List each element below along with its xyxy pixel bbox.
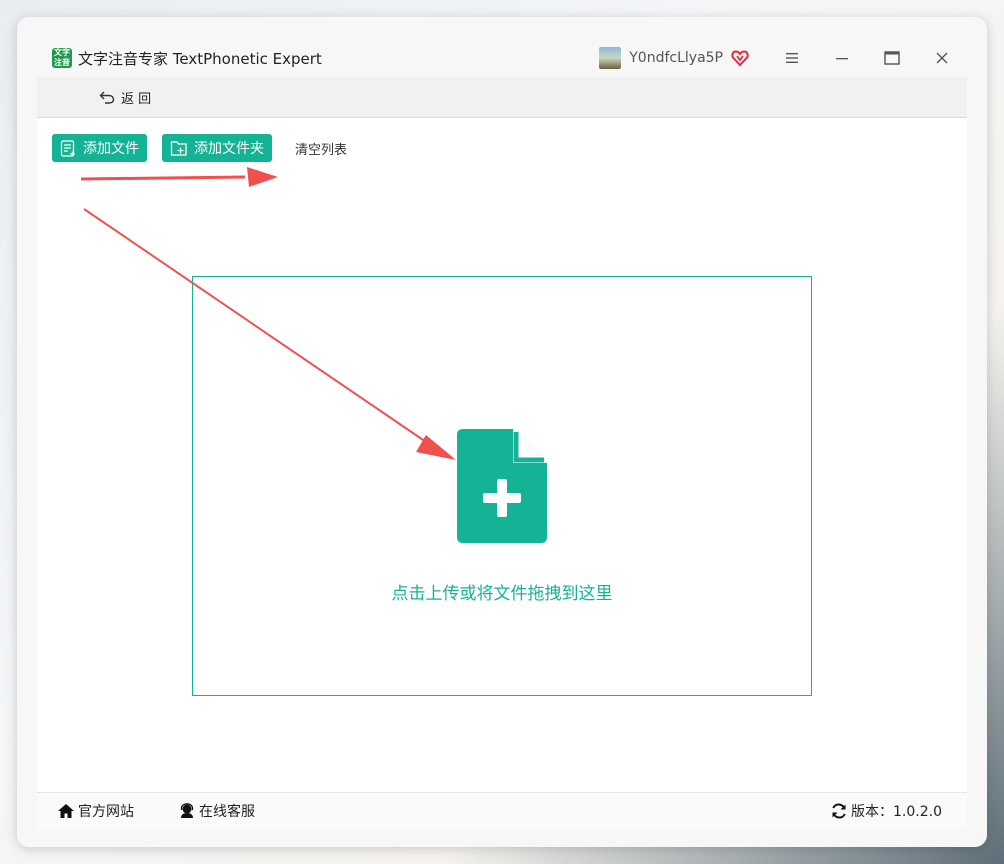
- add-file-button[interactable]: 添加文件: [52, 134, 147, 162]
- add-folder-button[interactable]: 添加文件夹: [162, 134, 272, 162]
- status-bar: 官方网站 在线客服 版本：1.0.2.0: [37, 792, 967, 829]
- user-avatar[interactable]: [599, 47, 622, 69]
- app-title: 文字注音专家 TextPhonetic Expert: [78, 49, 322, 68]
- app-window: 文字 注音 文字注音专家 TextPhonetic Expert Y0ndfcL…: [17, 17, 987, 847]
- menu-button[interactable]: [767, 39, 817, 77]
- minimize-icon: [836, 58, 848, 60]
- file-drop-zone[interactable]: 点击上传或将文件拖拽到这里: [192, 276, 812, 696]
- close-button[interactable]: [917, 39, 967, 77]
- maximize-icon: [884, 51, 900, 65]
- official-website-link[interactable]: 官方网站: [57, 801, 134, 821]
- version-info[interactable]: 版本：1.0.2.0: [830, 801, 942, 821]
- back-label: 返 回: [121, 91, 152, 107]
- app-logo: 文字 注音: [52, 48, 72, 68]
- maximize-button[interactable]: [867, 39, 917, 77]
- version-label: 版本：1.0.2.0: [851, 804, 942, 820]
- add-folder-icon: [170, 140, 187, 156]
- add-folder-label: 添加文件夹: [194, 141, 264, 157]
- back-arrow-icon: [99, 91, 115, 104]
- online-support-link[interactable]: 在线客服: [178, 801, 255, 821]
- minimize-button[interactable]: [817, 39, 867, 77]
- back-button[interactable]: 返 回: [99, 88, 151, 107]
- drop-zone-hint: 点击上传或将文件拖拽到这里: [391, 584, 613, 604]
- customer-service-icon: [180, 803, 194, 818]
- menu-icon: [786, 53, 798, 63]
- file-add-icon: [457, 429, 547, 543]
- add-file-label: 添加文件: [83, 141, 139, 157]
- main-content: 添加文件 添加文件夹 清空列表 点击上传或将文件拖拽到这里: [37, 118, 967, 793]
- official-website-label: 官方网站: [78, 804, 134, 820]
- refresh-icon: [832, 803, 846, 819]
- title-bar: 文字 注音 文字注音专家 TextPhonetic Expert Y0ndfcL…: [37, 39, 967, 77]
- add-file-icon: [60, 139, 75, 157]
- home-icon: [58, 804, 74, 818]
- title-bar-right: Y0ndfcLlya5P: [599, 39, 967, 77]
- action-row: 添加文件 添加文件夹 清空列表: [52, 134, 347, 162]
- close-icon: [936, 52, 948, 64]
- clear-list-button[interactable]: 清空列表: [295, 139, 347, 158]
- online-support-label: 在线客服: [199, 804, 255, 820]
- navigation-toolbar: 返 回: [37, 77, 967, 118]
- username[interactable]: Y0ndfcLlya5P: [629, 50, 723, 66]
- vip-heart-icon[interactable]: [731, 49, 749, 67]
